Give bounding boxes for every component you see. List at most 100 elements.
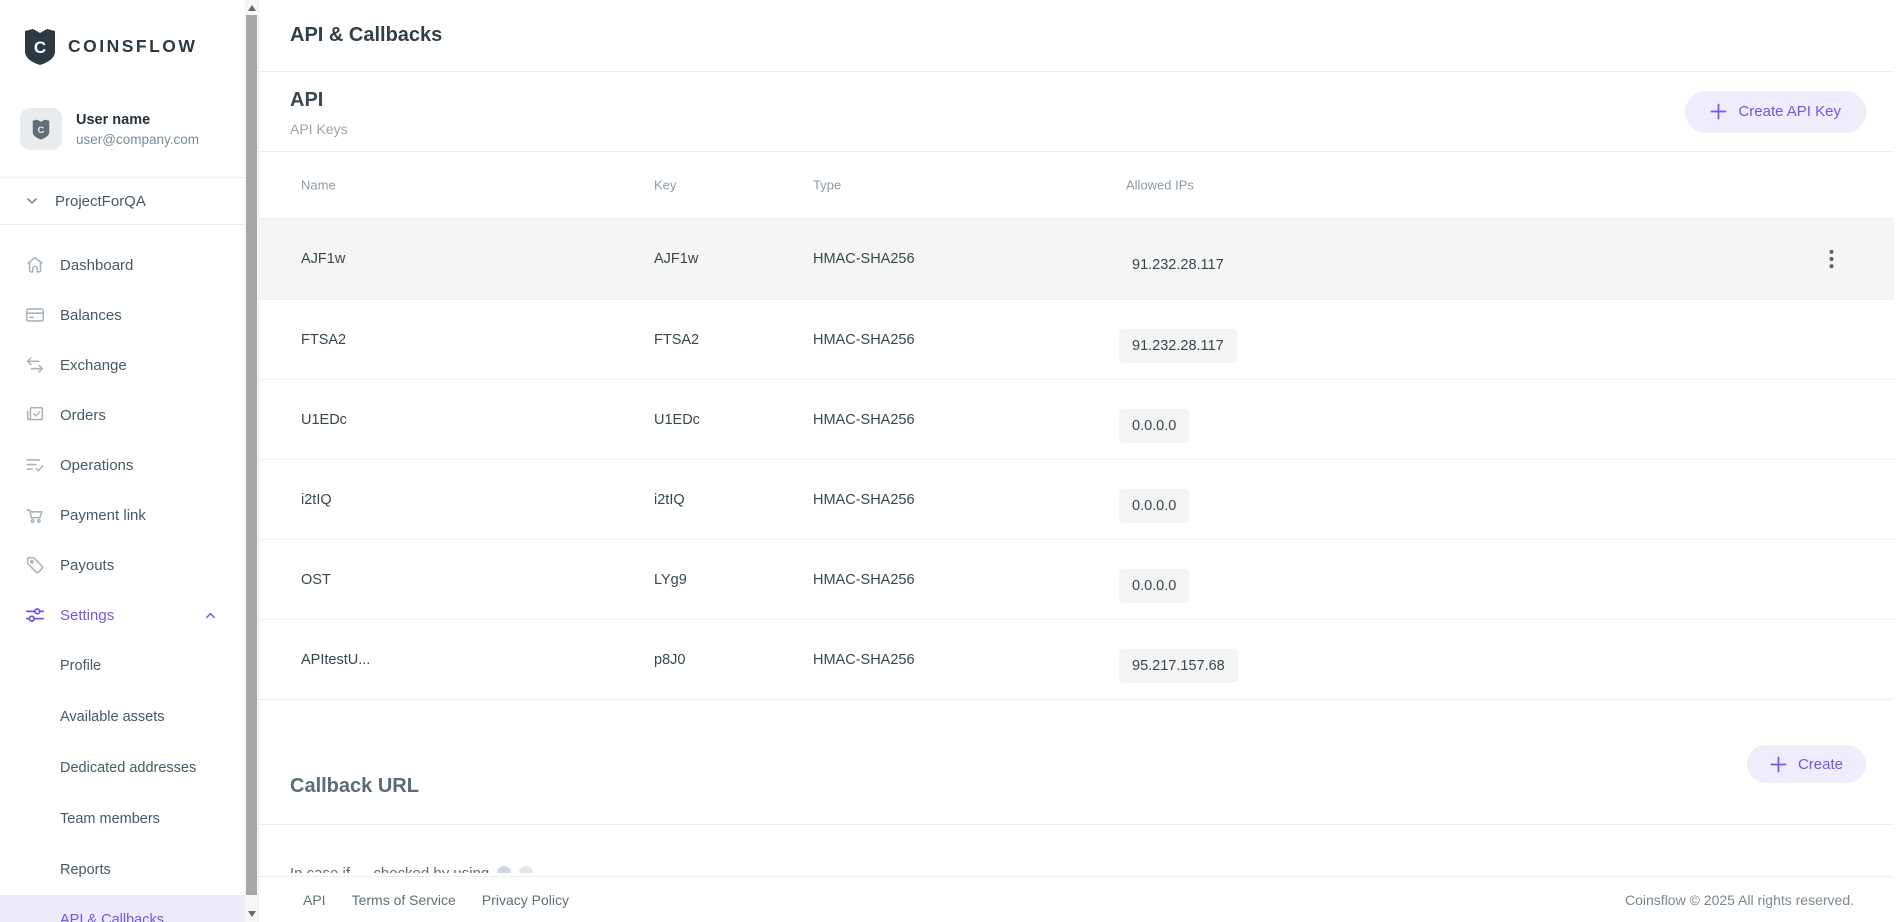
main-content: API & Callbacks API API Keys Create API … <box>258 0 1902 922</box>
sidebar-item-profile[interactable]: Profile <box>0 640 245 691</box>
table-row[interactable]: AJF1w AJF1w HMAC-SHA256 91.232.28.117 <box>259 219 1894 299</box>
sidebar-item-label: Balances <box>60 307 122 324</box>
sidebar-scrollbar[interactable] <box>245 0 258 922</box>
footer: API Terms of Service Privacy Policy Coin… <box>259 876 1894 922</box>
sidebar-item-operations[interactable]: Operations <box>0 440 245 490</box>
create-callback-label: Create <box>1798 756 1843 773</box>
api-section-header: API API Keys Create API Key <box>259 72 1894 152</box>
sidebar-item-label: Reports <box>60 862 111 878</box>
callback-note-text: In case if … checked by using <box>290 865 489 873</box>
shield-logo-icon: C <box>22 26 58 66</box>
cell-key: i2tIQ <box>654 492 685 508</box>
table-row[interactable]: OST LYg9 HMAC-SHA256 0.0.0.0 <box>259 539 1894 619</box>
cell-allowed-ip: 0.0.0.0 <box>1119 409 1189 443</box>
sidebar-item-settings[interactable]: Settings <box>0 590 245 640</box>
avatar: C <box>20 108 62 150</box>
cell-type: HMAC-SHA256 <box>813 652 915 668</box>
cell-type: HMAC-SHA256 <box>813 412 915 428</box>
note-link-icon <box>497 866 511 873</box>
sidebar: C COINSFLOW C User name user@company.com… <box>0 0 245 922</box>
sidebar-item-label: API & Callbacks <box>60 912 164 922</box>
ip-chip: 91.232.28.117 <box>1119 248 1237 282</box>
callback-note-clipped: In case if … checked by using <box>290 864 1834 873</box>
create-api-key-button[interactable]: Create API Key <box>1685 91 1866 133</box>
sidebar-item-team-members[interactable]: Team members <box>0 793 245 844</box>
project-selector[interactable]: ProjectForQA <box>0 177 245 225</box>
sidebar-item-reports[interactable]: Reports <box>0 844 245 895</box>
ip-chip: 91.232.28.117 <box>1119 329 1237 363</box>
table-row[interactable]: U1EDc U1EDc HMAC-SHA256 0.0.0.0 <box>259 379 1894 459</box>
column-header-name: Name <box>301 178 336 193</box>
ip-chip: 0.0.0.0 <box>1119 489 1189 523</box>
user-email: user@company.com <box>76 132 199 147</box>
column-header-key: Key <box>654 178 676 193</box>
chevron-up-icon <box>203 608 218 623</box>
exchange-arrows-icon <box>24 354 46 376</box>
sidebar-item-payouts[interactable]: Payouts <box>0 540 245 590</box>
cell-key: U1EDc <box>654 412 700 428</box>
cell-name: APItestU... <box>301 652 370 668</box>
table-row[interactable]: i2tIQ i2tIQ HMAC-SHA256 0.0.0.0 <box>259 459 1894 539</box>
ip-chip: 95.217.157.68 <box>1119 649 1238 683</box>
sidebar-item-dashboard[interactable]: Dashboard <box>0 240 245 290</box>
sidebar-item-label: Payment link <box>60 507 146 524</box>
user-name: User name <box>76 112 199 128</box>
scroll-up-arrow-icon[interactable] <box>248 5 256 11</box>
api-section-title: API <box>290 89 323 112</box>
cell-name: AJF1w <box>301 251 345 267</box>
cell-allowed-ip: 91.232.28.117 <box>1119 329 1237 363</box>
chevron-down-icon <box>24 193 40 209</box>
cell-name: i2tIQ <box>301 492 332 508</box>
note-info-icon <box>519 866 533 873</box>
cell-type: HMAC-SHA256 <box>813 572 915 588</box>
sidebar-item-label: Dashboard <box>60 257 133 274</box>
plus-icon <box>1710 103 1727 120</box>
svg-text:C: C <box>34 38 46 57</box>
home-icon <box>24 254 46 276</box>
api-table-body: AJF1w AJF1w HMAC-SHA256 91.232.28.117 FT… <box>259 218 1894 700</box>
shopping-cart-icon <box>24 504 46 526</box>
ip-chip: 0.0.0.0 <box>1119 569 1189 603</box>
scrollbar-thumb[interactable] <box>246 15 257 895</box>
sidebar-item-api-callbacks[interactable]: API & Callbacks <box>0 895 245 922</box>
brand-name: COINSFLOW <box>68 36 197 57</box>
sidebar-item-orders[interactable]: Orders <box>0 390 245 440</box>
sidebar-item-payment-link[interactable]: Payment link <box>0 490 245 540</box>
sidebar-item-dedicated-addresses[interactable]: Dedicated addresses <box>0 742 245 793</box>
row-actions-kebab-icon[interactable] <box>1820 246 1842 272</box>
cell-allowed-ip: 95.217.157.68 <box>1119 649 1238 683</box>
footer-link-terms[interactable]: Terms of Service <box>352 892 456 908</box>
svg-text:C: C <box>38 125 45 135</box>
sidebar-item-label: Profile <box>60 658 101 674</box>
user-info: C User name user@company.com <box>20 108 199 150</box>
table-row[interactable]: APItestU... p8J0 HMAC-SHA256 95.217.157.… <box>259 619 1894 699</box>
cell-type: HMAC-SHA256 <box>813 492 915 508</box>
cell-name: FTSA2 <box>301 332 346 348</box>
table-row[interactable]: FTSA2 FTSA2 HMAC-SHA256 91.232.28.117 <box>259 299 1894 379</box>
sidebar-item-label: Settings <box>60 607 114 624</box>
create-callback-button[interactable]: Create <box>1747 745 1866 783</box>
cell-key: FTSA2 <box>654 332 699 348</box>
sidebar-item-label: Exchange <box>60 357 127 374</box>
scroll-down-arrow-icon[interactable] <box>248 911 256 917</box>
column-header-allowed-ips: Allowed IPs <box>1126 178 1194 193</box>
sidebar-nav: Dashboard Balances Exchange Orders Opera <box>0 240 245 922</box>
api-table-header: Name Key Type Allowed IPs <box>259 152 1894 218</box>
column-header-type: Type <box>813 178 841 193</box>
credit-card-icon <box>24 304 46 326</box>
operations-list-icon <box>24 454 46 476</box>
cell-allowed-ip: 0.0.0.0 <box>1119 489 1189 523</box>
sidebar-item-label: Operations <box>60 457 133 474</box>
sidebar-item-exchange[interactable]: Exchange <box>0 340 245 390</box>
footer-link-api[interactable]: API <box>303 892 326 908</box>
cell-name: U1EDc <box>301 412 347 428</box>
sidebar-item-available-assets[interactable]: Available assets <box>0 691 245 742</box>
tag-icon <box>24 554 46 576</box>
footer-link-privacy[interactable]: Privacy Policy <box>482 892 569 908</box>
callback-section-header: Callback URL Create <box>259 700 1894 825</box>
sidebar-item-balances[interactable]: Balances <box>0 290 245 340</box>
brand-logo: C COINSFLOW <box>22 26 197 66</box>
cell-allowed-ip: 91.232.28.117 <box>1119 248 1237 282</box>
cell-type: HMAC-SHA256 <box>813 332 915 348</box>
cell-key: LYg9 <box>654 572 687 588</box>
